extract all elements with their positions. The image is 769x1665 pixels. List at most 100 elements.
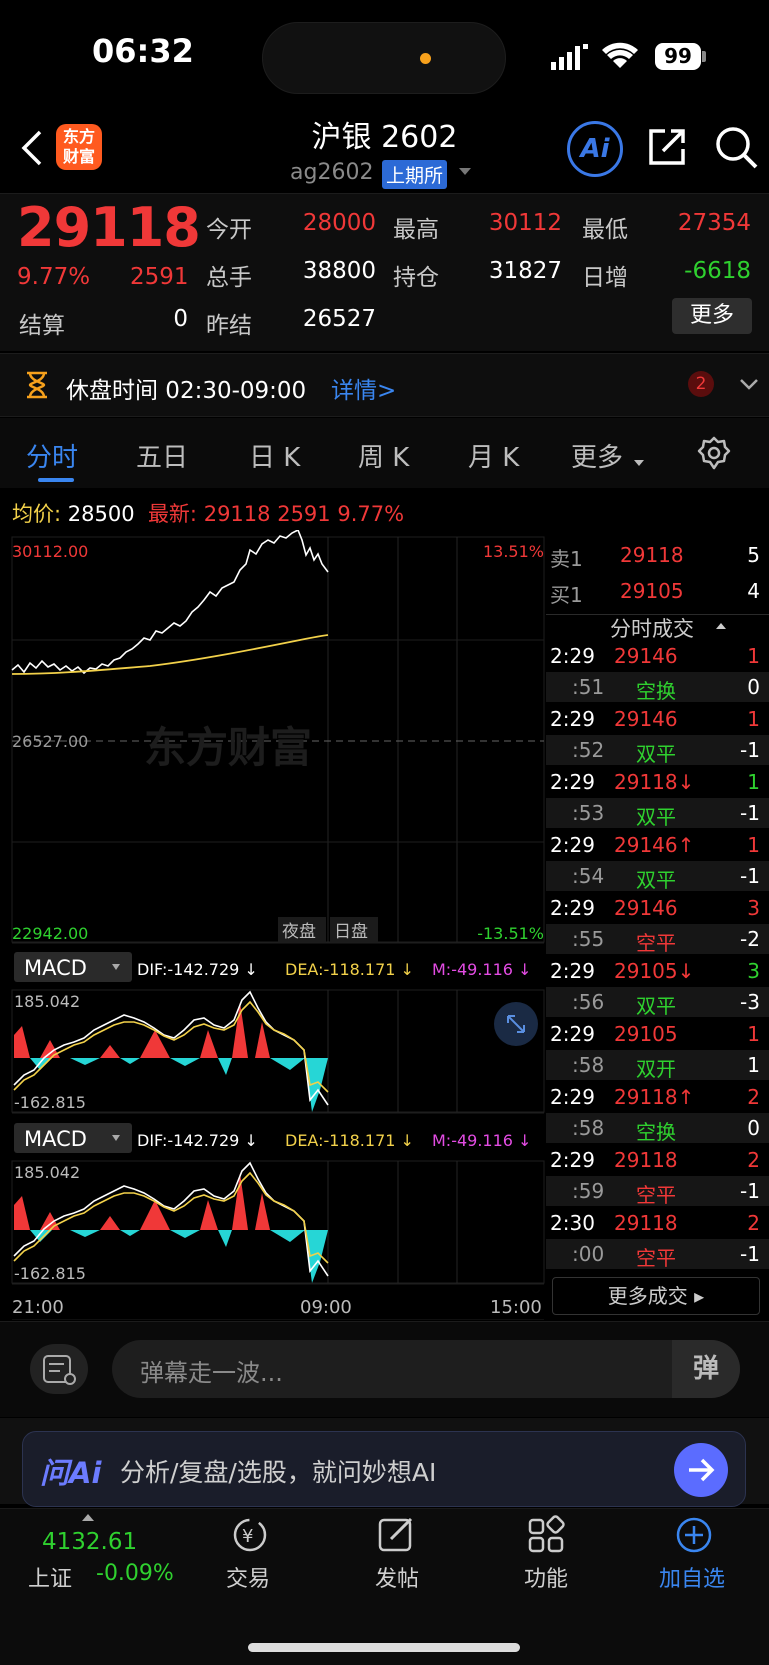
- high-value: 30112: [488, 210, 562, 236]
- more-trades-button[interactable]: 更多成交 ▸: [552, 1277, 760, 1315]
- trade-second: :53: [572, 801, 605, 825]
- avg-value: 28500: [67, 502, 135, 526]
- trade-time: 2:29: [550, 1085, 595, 1109]
- index-value[interactable]: 4132.61: [42, 1529, 137, 1555]
- tab-more[interactable]: 更多: [571, 437, 623, 474]
- trade-type: 双开: [636, 1057, 676, 1081]
- gear-icon[interactable]: [697, 436, 731, 470]
- trade-qty: 3: [747, 959, 760, 983]
- open-value: 28000: [302, 210, 376, 236]
- trade-second: :54: [572, 864, 605, 888]
- trade-detail-row: :54 双平 -1: [546, 861, 769, 892]
- trade-type: 空平: [636, 1183, 676, 1207]
- settle-label: 结算: [19, 313, 65, 339]
- trade-second: :51: [572, 675, 605, 699]
- add-icon[interactable]: [674, 1515, 714, 1555]
- trade-price: 29146: [614, 896, 678, 920]
- trade-oi-change: 1: [747, 1053, 760, 1077]
- trade-type: 双平: [636, 868, 676, 892]
- day-increase-value: -6618: [684, 258, 751, 284]
- trade-detail-row: :51 空换 0: [546, 672, 769, 703]
- ai-icon[interactable]: Ai: [567, 121, 623, 177]
- contract-code[interactable]: ag2602: [290, 160, 373, 185]
- macd-min-1: -162.815: [14, 1093, 86, 1112]
- trade-time: 2:30: [550, 1211, 595, 1235]
- latest-change: 2591: [277, 502, 331, 526]
- caret-down-icon: [634, 460, 644, 466]
- prev-settle-label: 昨结: [206, 313, 252, 339]
- index-change[interactable]: -0.09%: [96, 1561, 174, 1586]
- trade-qty: 2: [747, 1211, 760, 1235]
- trade-detail-row: :55 空平 -2: [546, 924, 769, 955]
- caret-up-icon: [716, 623, 726, 629]
- open-label: 今开: [206, 217, 252, 243]
- trades-title[interactable]: 分时成交: [610, 613, 694, 643]
- battery-tip: [702, 51, 706, 62]
- nav-function[interactable]: 功能: [524, 1561, 568, 1593]
- trade-second: :59: [572, 1179, 605, 1203]
- home-indicator: [248, 1643, 520, 1652]
- trade-price: 29105↓: [614, 959, 695, 983]
- trade-row: 2:29 29146↑ 1: [546, 829, 769, 861]
- trade-type: 双平: [636, 805, 676, 829]
- function-icon[interactable]: [527, 1515, 567, 1555]
- privacy-dot: [420, 53, 431, 64]
- y-axis-mid: 26527.00: [12, 732, 88, 751]
- chevron-down-icon[interactable]: [459, 168, 471, 175]
- session-day-label: 日盘: [334, 922, 368, 942]
- tab-weekly-k[interactable]: 周 K: [358, 437, 409, 474]
- trade-row: 2:29 29105↓ 3: [546, 955, 769, 987]
- nav-post[interactable]: 发帖: [375, 1561, 419, 1593]
- tab-active-indicator: [38, 478, 74, 482]
- macd-max-2: 185.042: [14, 1163, 80, 1182]
- nav-trade[interactable]: 交易: [226, 1561, 270, 1593]
- macd-name-2: MACD: [24, 1127, 87, 1151]
- pct-axis-low: -13.51%: [477, 924, 544, 943]
- trade-price: 29146: [614, 707, 678, 731]
- tab-five-day[interactable]: 五日: [136, 437, 188, 474]
- macd-dif-1: DIF:-142.729 ↓: [137, 960, 258, 979]
- trade-oi-change: 0: [747, 1116, 760, 1140]
- trade-row: 2:29 29105 1: [546, 1018, 769, 1050]
- search-icon[interactable]: [714, 125, 760, 171]
- x-axis-label: 15:00: [490, 1297, 542, 1318]
- share-icon[interactable]: [645, 125, 689, 169]
- more-button[interactable]: 更多: [672, 298, 752, 334]
- trade-detail-row: :58 空换 0: [546, 1113, 769, 1144]
- danmaku-toggle[interactable]: 弹: [672, 1340, 740, 1398]
- ai-ask-logo: 问Ai: [40, 1456, 102, 1490]
- macd-name-1: MACD: [24, 956, 87, 980]
- tab-daily-k[interactable]: 日 K: [249, 437, 300, 474]
- trade-time: 2:29: [550, 1148, 595, 1172]
- chevron-down-icon[interactable]: [738, 373, 760, 395]
- open-interest-value: 31827: [488, 258, 562, 284]
- danmaku-settings-button[interactable]: [30, 1344, 88, 1394]
- sell1-label: 卖1: [550, 547, 583, 571]
- nav-add-watchlist[interactable]: 加自选: [659, 1561, 725, 1593]
- notice-detail-link[interactable]: 详情>: [331, 371, 396, 405]
- trade-qty: 1: [747, 770, 760, 794]
- trade-type: 空换: [636, 679, 676, 703]
- trade-price: 29118: [614, 1148, 678, 1172]
- trade-detail-row: :53 双平 -1: [546, 798, 769, 829]
- trade-icon[interactable]: ¥: [228, 1515, 272, 1555]
- battery-icon: 99: [655, 43, 701, 70]
- settle-value: 0: [173, 306, 188, 332]
- day-increase-label: 日增: [582, 265, 628, 291]
- tab-intraday[interactable]: 分时: [26, 437, 78, 474]
- trade-oi-change: -1: [740, 1179, 760, 1203]
- trade-price: 29118↓: [614, 770, 695, 794]
- post-icon[interactable]: [377, 1515, 417, 1555]
- trade-oi-change: 0: [747, 675, 760, 699]
- trade-row: 2:29 29118 2: [546, 1144, 769, 1176]
- tab-monthly-k[interactable]: 月 K: [468, 437, 519, 474]
- index-name[interactable]: 上证: [28, 1561, 72, 1593]
- trade-qty: 1: [747, 833, 760, 857]
- y-axis-high: 30112.00: [12, 542, 88, 561]
- danmaku-placeholder: 弹幕走一波...: [140, 1359, 283, 1387]
- trade-oi-change: -1: [740, 864, 760, 888]
- ai-send-button[interactable]: [674, 1443, 728, 1497]
- trade-time: 2:29: [550, 833, 595, 857]
- exchange-badge: 上期所: [382, 160, 448, 189]
- open-interest-label: 持仓: [393, 265, 439, 291]
